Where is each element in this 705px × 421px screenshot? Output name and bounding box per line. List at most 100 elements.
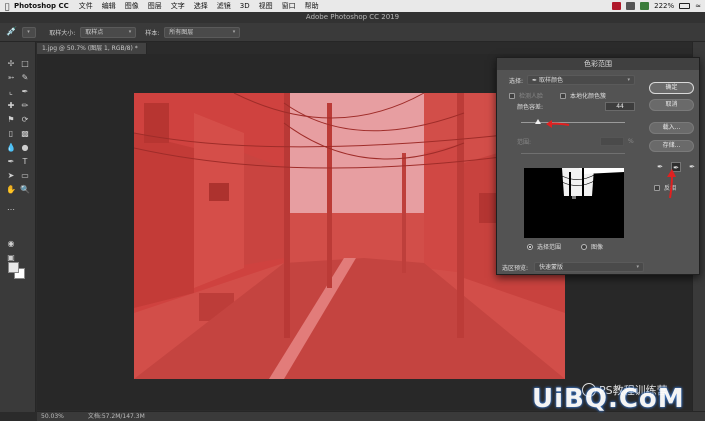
range-slider-track[interactable] [521,153,625,154]
document-tab[interactable]: 1.jpg @ 50.7% (图层 1, RGB/8) * [37,43,147,54]
foreground-color-swatch[interactable] [8,262,19,273]
image-radio[interactable] [581,243,587,250]
selection-radio-label: 选择范围 [537,244,562,251]
fuzziness-label: 颜色容差: [517,104,544,111]
load-button[interactable]: 载入... [649,122,694,134]
path-select-tool-icon[interactable]: ➤ [5,170,17,182]
dodge-tool-icon[interactable]: ● [19,142,31,154]
menu-image[interactable]: 图像 [125,1,139,11]
range-row: 范围: % [517,137,634,146]
wifi-icon[interactable]: ≈ [695,2,701,10]
annotation-arrow-icon [667,169,676,199]
sampled-colors-value: ✒ 取样颜色 [532,76,563,85]
chevron-down-icon: ▾ [627,76,631,83]
image-radio-row: 图像 [581,242,603,251]
battery-level: 222% [654,2,675,10]
annotation-arrow-icon [546,120,570,128]
menu-edit[interactable]: 编辑 [102,1,116,11]
sample-size-select[interactable]: 取样点 ▾ [80,26,137,38]
localized-clusters-checkbox[interactable] [560,92,566,99]
eyedropper-tool-icon[interactable]: 💉 [6,27,17,37]
fuzziness-slider-handle[interactable] [534,119,541,124]
save-button[interactable]: 存储... [649,140,694,152]
pen-tool-icon[interactable]: ✒ [5,156,17,168]
sample-size-label: 取样大小: [49,29,76,37]
selection-preview[interactable] [524,168,624,238]
hand-tool-icon[interactable]: ✋ [5,184,17,196]
watermark-site: UiBQ.CoM [532,384,685,414]
healing-brush-icon[interactable]: ✚ [5,100,17,112]
localized-clusters-label: 本地化颜色簇 [570,93,607,100]
apple-icon[interactable]:  [0,2,14,11]
selection-radio[interactable] [527,243,533,250]
menu-select[interactable]: 选择 [194,1,208,11]
crop-tool-icon[interactable]: ⌞ [5,86,17,98]
ok-button[interactable]: 确定 [649,82,694,94]
battery-icon[interactable] [679,3,691,9]
eyedropper-icon[interactable]: ✒ [19,86,31,98]
dialog-title: 色彩范围 [497,58,699,70]
eyedropper-small-icon: ✒ [532,76,539,84]
quick-select-tool-icon[interactable]: ✎ [19,72,31,84]
type-tool-icon[interactable]: T [19,156,31,168]
screen-indicator-icon[interactable] [626,2,636,10]
window-title: Adobe Photoshop CC 2019 [0,12,705,23]
zoom-level[interactable]: 50.03% [41,413,64,420]
fuzziness-row: 颜色容差: 44 [517,102,636,111]
eraser-tool-icon[interactable]: ▯ [5,128,17,140]
preview-mask-image [524,168,624,238]
wechat-icon[interactable] [640,2,650,10]
sample-size-value: 取样点 [85,28,104,36]
sample-value: 所有图层 [169,28,194,36]
app-indicator-icon[interactable] [612,2,622,10]
cancel-button[interactable]: 取消 [649,99,694,111]
sample-select[interactable]: 所有图层 ▾ [164,26,241,38]
select-value-text: 取样颜色 [538,76,563,84]
menu-file[interactable]: 文件 [79,1,93,11]
detect-faces-checkbox[interactable] [509,92,515,99]
menu-view[interactable]: 视图 [259,1,273,11]
options-bar: 💉 ▾ 取样大小: 取样点 ▾ 样本: 所有图层 ▾ [0,23,705,42]
fuzziness-input[interactable]: 44 [605,102,636,111]
history-brush-icon[interactable]: ⟳ [19,114,31,126]
brush-tool-icon[interactable]: ✏ [19,100,31,112]
more-tools-icon[interactable]: … [5,202,17,214]
status-menus: 222% ≈ [612,0,701,12]
stamp-tool-icon[interactable]: ⚑ [5,114,17,126]
menu-type[interactable]: 文字 [171,1,185,11]
range-label: 范围: [517,139,532,146]
shape-tool-icon[interactable]: ▭ [19,170,31,182]
menu-filter[interactable]: 滤镜 [217,1,231,11]
eyedropper-minus-icon[interactable]: ✒ [687,162,697,172]
menu-bar:  Photoshop CC 文件 编辑 图像 图层 文字 选择 滤镜 3D 视… [0,0,705,12]
selection-preview-value: 快速蒙版 [539,263,564,271]
selection-preview-select[interactable]: 快速蒙版 ▾ [534,262,645,272]
document-size-info[interactable]: 文档:57.2M/147.3M [88,413,145,420]
blur-tool-icon[interactable]: 💧 [5,142,17,154]
detect-faces-row: 检测人脸 [509,91,543,100]
quick-mask-icon[interactable]: ◉ [5,238,17,250]
zoom-tool-icon[interactable]: 🔍 [19,184,31,196]
select-row: 选择: ✒ 取样颜色 ▾ [509,75,636,85]
menu-help[interactable]: 帮助 [305,1,319,11]
invert-checkbox[interactable] [654,184,660,191]
image-radio-label: 图像 [591,244,604,251]
selection-radio-row: 选择范围 [527,242,561,251]
gradient-tool-icon[interactable]: ▩ [19,128,31,140]
menu-3d[interactable]: 3D [240,2,250,10]
selection-preview-label: 选区预览: [502,264,529,272]
menu-layer[interactable]: 图层 [148,1,162,11]
menu-window[interactable]: 窗口 [282,1,296,11]
detect-faces-label: 检测人脸 [519,93,544,100]
localized-row: 本地化颜色簇 [560,91,606,100]
select-dropdown[interactable]: ✒ 取样颜色 ▾ [527,75,636,85]
range-input[interactable] [600,137,625,146]
preview-row: 选区预览: 快速蒙版 ▾ [502,262,645,272]
app-menu[interactable]: Photoshop CC [14,2,69,10]
range-unit: % [628,138,634,145]
move-tool-icon[interactable]: ✢ [5,58,17,70]
tool-preset-picker[interactable]: ▾ [22,26,37,38]
lasso-tool-icon[interactable]: ➵ [5,72,17,84]
tools-panel: ✢ □ ➵ ✎ ⌞ ✒ ✚ ✏ ⚑ ⟳ ▯ ▩ 💧 ● ✒ T ➤ ▭ ✋ 🔍 … [0,42,36,412]
marquee-tool-icon[interactable]: □ [19,58,31,70]
